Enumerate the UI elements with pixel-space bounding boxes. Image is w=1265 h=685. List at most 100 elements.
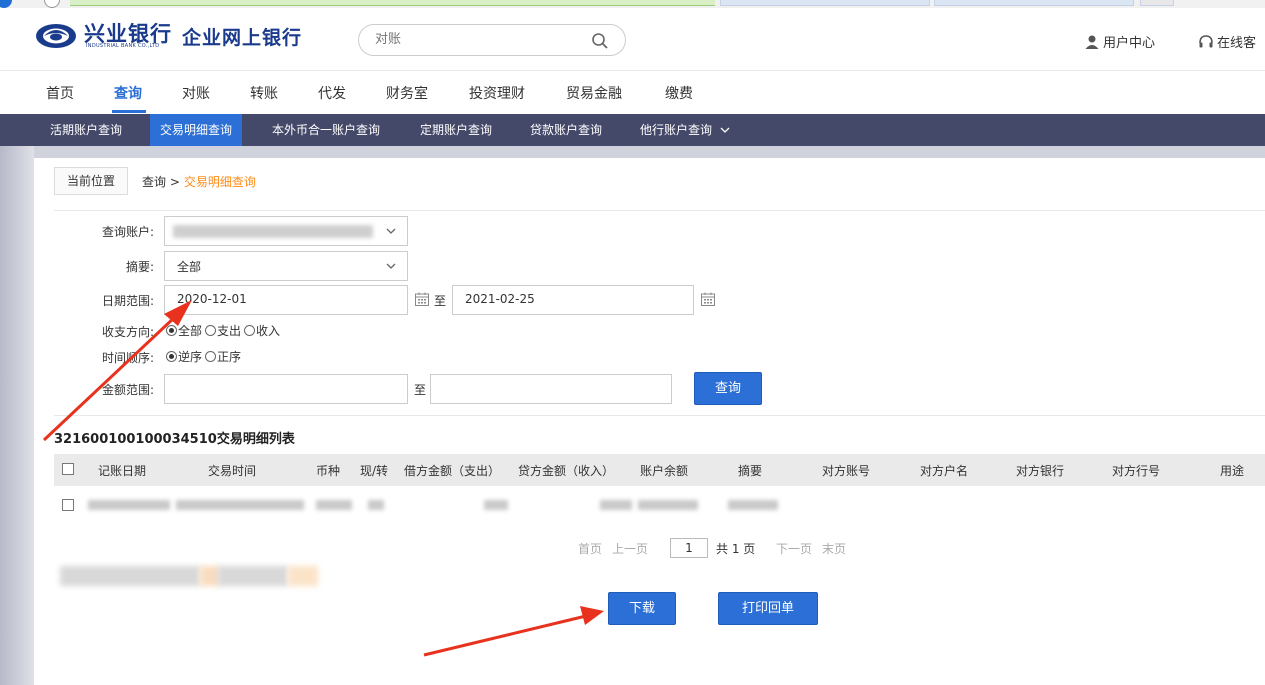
calendar-icon[interactable]	[414, 291, 430, 307]
breadcrumb-parent[interactable]: 查询 >	[142, 173, 180, 190]
masked-cell	[638, 500, 698, 510]
subnav-unified-account[interactable]: 本外币合一账户查询	[262, 114, 390, 146]
nav-payment[interactable]: 缴费	[665, 83, 693, 103]
col-peer-name: 对方户名	[920, 464, 969, 478]
table-title: 321600100100034510交易明细列表	[54, 432, 295, 447]
user-icon	[1085, 35, 1099, 49]
pager-first[interactable]: 首页	[578, 540, 602, 557]
table-row[interactable]	[54, 492, 1265, 518]
direction-expense-radio[interactable]	[205, 325, 217, 336]
order-desc-radio[interactable]	[166, 351, 177, 362]
breadcrumb: 当前位置 查询 > 交易明细查询	[54, 166, 256, 196]
search-icon[interactable]	[591, 32, 609, 50]
query-button[interactable]: 查询	[694, 372, 762, 405]
bank-logo[interactable]: 兴业银行 INDUSTRIAL BANK CO.,LTD 企业网上银行	[34, 22, 302, 50]
user-center-label: 用户中心	[1103, 36, 1156, 51]
subnav-transaction-detail[interactable]: 交易明细查询	[150, 114, 243, 146]
download-button[interactable]: 下载	[608, 592, 676, 625]
col-debit: 借方金额（支出）	[404, 464, 501, 478]
subnav-fixed-account[interactable]: 定期账户查询	[410, 114, 502, 146]
col-summary: 摘要	[738, 464, 763, 478]
breadcrumb-location: 当前位置	[54, 167, 129, 195]
pager-last[interactable]: 末页	[822, 540, 846, 557]
logo-text-cn: 兴业银行	[84, 21, 172, 46]
subnav-loan-account[interactable]: 贷款账户查询	[520, 114, 612, 146]
pager-next[interactable]: 下一页	[776, 540, 812, 557]
order-label: 时间顺序:	[101, 351, 154, 365]
order-desc-label[interactable]: 逆序	[178, 348, 202, 365]
calendar-icon[interactable]	[700, 291, 716, 307]
table-header: 记账日期 交易时间 币种 现/转 借方金额（支出） 贷方金额（收入） 账户余额 …	[54, 454, 1265, 486]
direction-all-radio[interactable]	[166, 325, 177, 336]
account-select[interactable]	[164, 216, 408, 246]
date-from-input[interactable]: 2020-12-01	[164, 285, 408, 315]
pager-page-input[interactable]: 1	[670, 538, 708, 558]
order-asc-label[interactable]: 正序	[217, 348, 241, 365]
search-box[interactable]	[358, 24, 626, 56]
nav-reconcile[interactable]: 对账	[182, 83, 210, 103]
headset-icon	[1199, 34, 1213, 47]
left-shadow	[0, 146, 34, 685]
col-peer-account: 对方账号	[822, 464, 871, 478]
nav-investment[interactable]: 投资理财	[469, 83, 525, 103]
browser-icon	[0, 0, 12, 8]
masked-cell	[728, 500, 778, 510]
logo-text-en: INDUSTRIAL BANK CO.,LTD	[86, 43, 160, 49]
amount-to-separator: 至	[414, 383, 427, 397]
col-post-date: 记账日期	[98, 464, 147, 478]
masked-summary	[218, 566, 288, 586]
direction-label: 收支方向:	[101, 325, 154, 339]
masked-cell	[600, 500, 632, 510]
col-cash-transfer: 现/转	[360, 464, 389, 478]
nav-finance-room[interactable]: 财务室	[386, 83, 428, 103]
subnav-current-account[interactable]: 活期账户查询	[40, 114, 132, 146]
row-checkbox[interactable]	[62, 499, 74, 511]
account-value-masked	[173, 225, 373, 238]
subnav-other-bank[interactable]: 他行账户查询	[630, 114, 740, 146]
online-service-link[interactable]: 在线客	[1198, 32, 1256, 51]
date-from-value: 2020-12-01	[177, 292, 247, 306]
order-asc-radio[interactable]	[205, 351, 217, 362]
nav-transfer[interactable]: 转账	[250, 83, 278, 103]
breadcrumb-current: 交易明细查询	[183, 174, 256, 189]
order-radio-group: 逆序 正序	[166, 348, 241, 365]
nav-query[interactable]: 查询	[114, 83, 142, 103]
user-center-link[interactable]: 用户中心	[1084, 32, 1155, 51]
pager-prev[interactable]: 上一页	[612, 540, 648, 557]
summary-value: 全部	[177, 260, 202, 274]
divider	[54, 210, 1265, 211]
date-to-value: 2021-02-25	[465, 292, 535, 306]
col-purpose: 用途	[1220, 464, 1245, 478]
nav-payroll[interactable]: 代发	[318, 83, 346, 103]
select-all-checkbox[interactable]	[62, 463, 74, 475]
browser-tab[interactable]	[720, 0, 930, 6]
address-bar[interactable]	[70, 0, 715, 6]
chevron-down-icon	[386, 263, 396, 269]
site-title: 企业网上银行	[182, 26, 303, 49]
masked-summary	[60, 566, 200, 586]
col-balance: 账户余额	[640, 464, 689, 478]
browser-tab[interactable]	[1140, 0, 1174, 6]
account-label: 查询账户:	[101, 225, 154, 239]
search-input[interactable]	[375, 32, 575, 47]
browser-tab-strip	[0, 0, 1265, 8]
summary-select[interactable]: 全部	[164, 251, 408, 281]
direction-income-radio[interactable]	[244, 325, 256, 336]
amount-max-input[interactable]	[430, 374, 672, 404]
amount-min-input[interactable]	[164, 374, 408, 404]
browser-tab[interactable]	[934, 0, 1134, 6]
nav-home[interactable]: 首页	[46, 83, 74, 103]
masked-cell	[88, 500, 170, 510]
nav-trade-finance[interactable]: 贸易金融	[566, 83, 622, 103]
browser-reload-icon[interactable]	[44, 0, 60, 8]
chevron-down-icon	[720, 127, 730, 133]
direction-all-label[interactable]: 全部	[178, 322, 202, 339]
content-panel: 当前位置 查询 > 交易明细查询 查询账户: 摘要: 全部 日期范围: 2020…	[34, 158, 1265, 685]
date-to-input[interactable]: 2021-02-25	[452, 285, 694, 315]
direction-income-label[interactable]: 收入	[256, 322, 280, 339]
direction-expense-label[interactable]: 支出	[217, 322, 241, 339]
divider	[54, 415, 1265, 416]
col-trade-time: 交易时间	[208, 464, 257, 478]
amount-range-label: 金额范围:	[101, 383, 154, 397]
print-receipt-button[interactable]: 打印回单	[718, 592, 818, 625]
